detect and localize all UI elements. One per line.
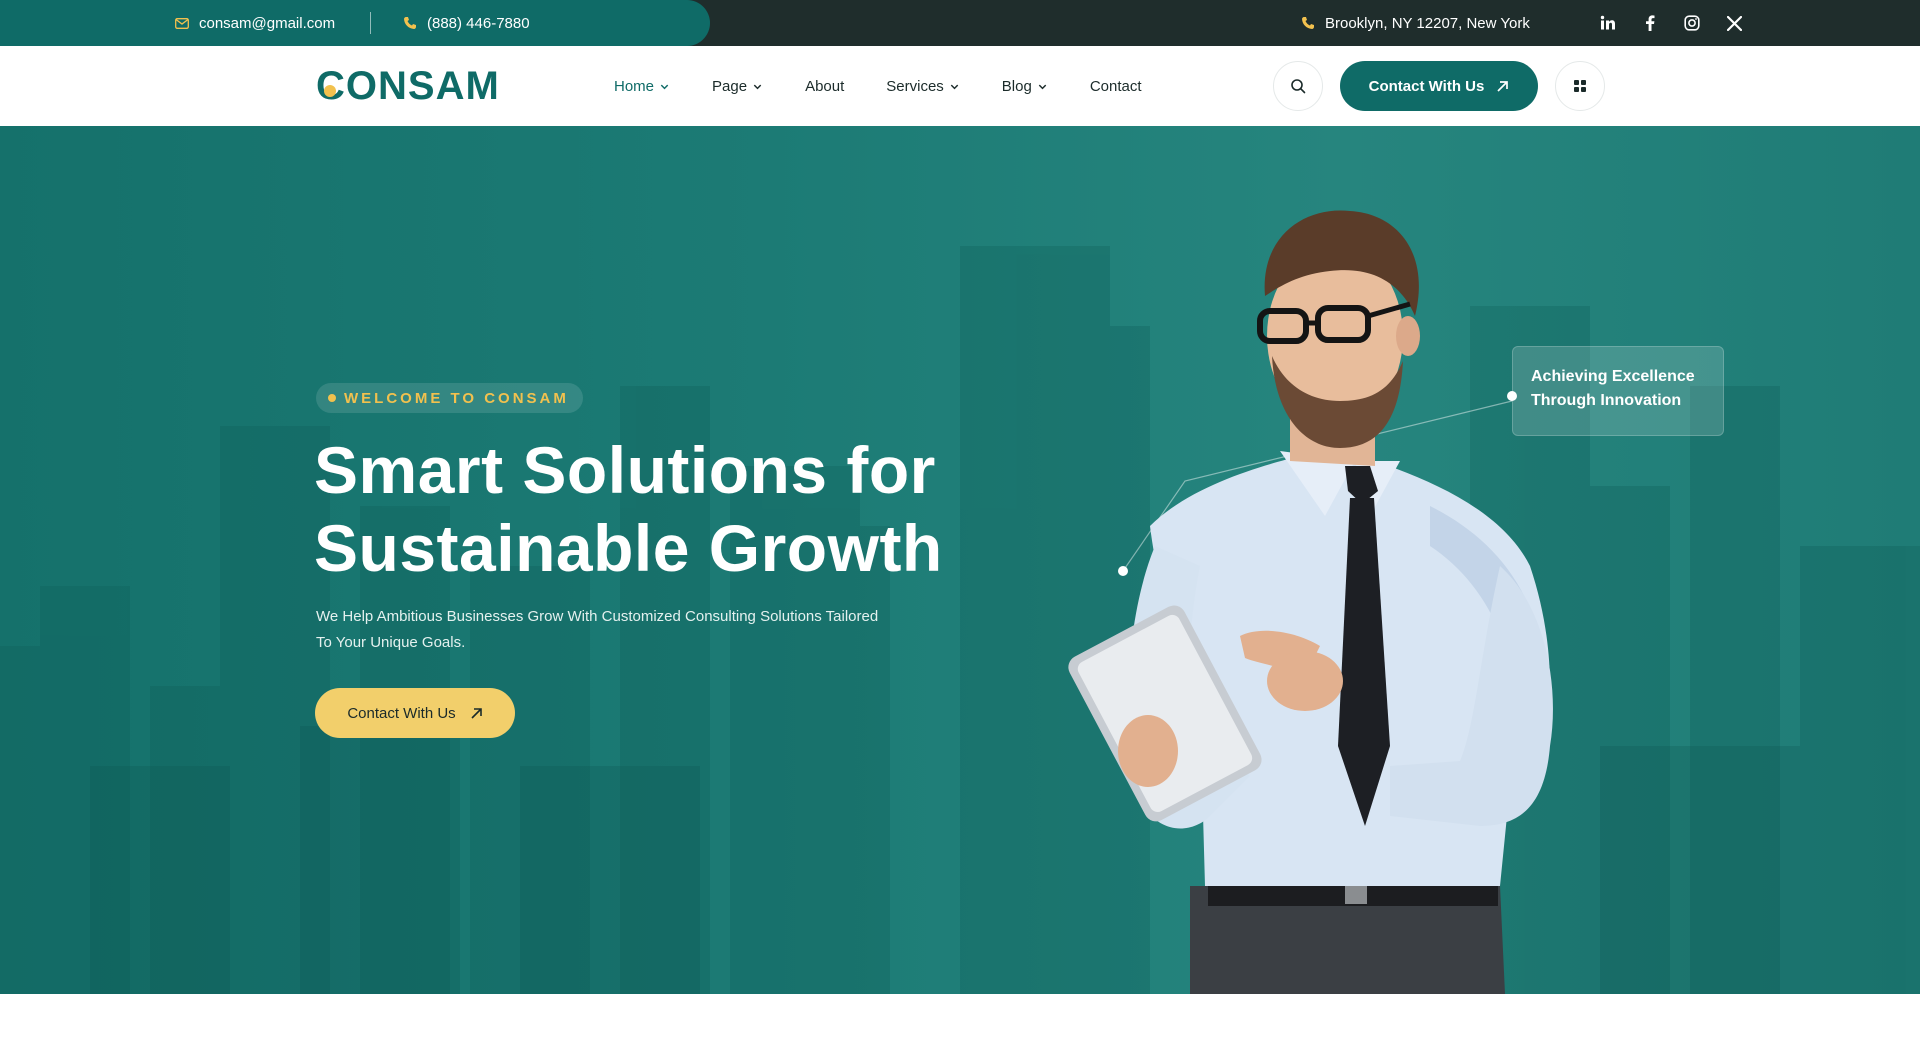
nav-label: Services: [886, 77, 944, 95]
logo[interactable]: CONSAM: [316, 60, 500, 112]
hero-title-line-1: Smart Solutions for: [314, 433, 936, 507]
chevron-down-icon: [950, 84, 959, 89]
instagram-icon[interactable]: [1682, 13, 1702, 33]
main-nav: Home Page About Services Blog Contact: [614, 46, 1142, 126]
button-label: Contact With Us: [1368, 77, 1485, 95]
innovation-card: Achieving Excellence Through Innovation: [1512, 346, 1724, 436]
address: Brooklyn, NY 12207, New York: [1300, 0, 1530, 46]
email-link[interactable]: consam@gmail.com: [174, 0, 335, 46]
logo-letter: C: [316, 64, 346, 109]
logo-dot: [324, 84, 336, 97]
card-line-1: Achieving Excellence: [1531, 368, 1695, 385]
card-line-2: Through Innovation: [1531, 392, 1682, 409]
top-bar: consam@gmail.com (888) 446-7880 Brooklyn…: [0, 0, 1920, 46]
top-bar-contact-panel: consam@gmail.com (888) 446-7880: [0, 0, 710, 46]
nav-item-services[interactable]: Services: [886, 78, 960, 95]
chevron-down-icon: [753, 84, 762, 89]
nav-item-blog[interactable]: Blog: [1002, 78, 1048, 95]
grid-icon: [1574, 80, 1586, 92]
hero-description: We Help Ambitious Businesses Grow With C…: [316, 604, 956, 656]
chevron-down-icon: [1038, 84, 1047, 89]
linkedin-icon[interactable]: [1598, 13, 1618, 33]
phone-icon: [402, 16, 417, 31]
welcome-badge: WELCOME TO CONSAM: [316, 383, 583, 413]
hero-title-line-2: Sustainable Growth: [314, 511, 943, 585]
x-icon[interactable]: [1724, 13, 1744, 33]
search-icon: [1291, 79, 1306, 94]
contact-with-us-button[interactable]: Contact With Us: [1340, 61, 1538, 111]
logo-text: ONSAM: [345, 63, 500, 108]
nav-label: Blog: [1001, 77, 1032, 95]
phone-link[interactable]: (888) 446-7880: [402, 0, 530, 46]
phone-text: (888) 446-7880: [427, 14, 530, 32]
mail-icon: [174, 16, 189, 31]
phone-icon: [1300, 16, 1315, 31]
facebook-icon[interactable]: [1640, 13, 1660, 33]
social-links: [1598, 0, 1744, 46]
arrow-up-right-icon: [471, 707, 482, 719]
hero-description-line-1: We Help Ambitious Businesses Grow With C…: [316, 608, 879, 625]
email-text: consam@gmail.com: [199, 14, 336, 32]
nav-item-home[interactable]: Home: [614, 78, 670, 95]
nav-label: Home: [614, 77, 655, 95]
badge-dot: [328, 394, 336, 402]
businessman-image: [1068, 210, 1553, 994]
nav-label: About: [805, 77, 845, 95]
nav-item-contact[interactable]: Contact: [1090, 78, 1142, 95]
site-header: CONSAM Home Page About Services Blog Con…: [0, 46, 1920, 126]
hero-contact-button[interactable]: Contact With Us: [315, 688, 515, 738]
search-button[interactable]: [1273, 61, 1323, 111]
hero-title: Smart Solutions for Sustainable Growth: [314, 431, 1014, 587]
button-label: Contact With Us: [347, 704, 456, 722]
nav-item-page[interactable]: Page: [712, 78, 763, 95]
hero-section: WELCOME TO CONSAM Smart Solutions for Su…: [0, 126, 1920, 994]
address-text: Brooklyn, NY 12207, New York: [1325, 14, 1530, 32]
nav-label: Page: [712, 77, 748, 95]
hero-description-line-2: To Your Unique Goals.: [316, 634, 466, 651]
divider: [370, 12, 371, 34]
menu-grid-button[interactable]: [1555, 61, 1605, 111]
chevron-down-icon: [660, 84, 669, 89]
page-bottom-area: [0, 994, 1920, 1041]
badge-text: WELCOME TO CONSAM: [344, 389, 569, 407]
nav-item-about[interactable]: About: [805, 78, 844, 95]
arrow-up-right-icon: [1497, 80, 1509, 92]
nav-label: Contact: [1089, 77, 1142, 95]
